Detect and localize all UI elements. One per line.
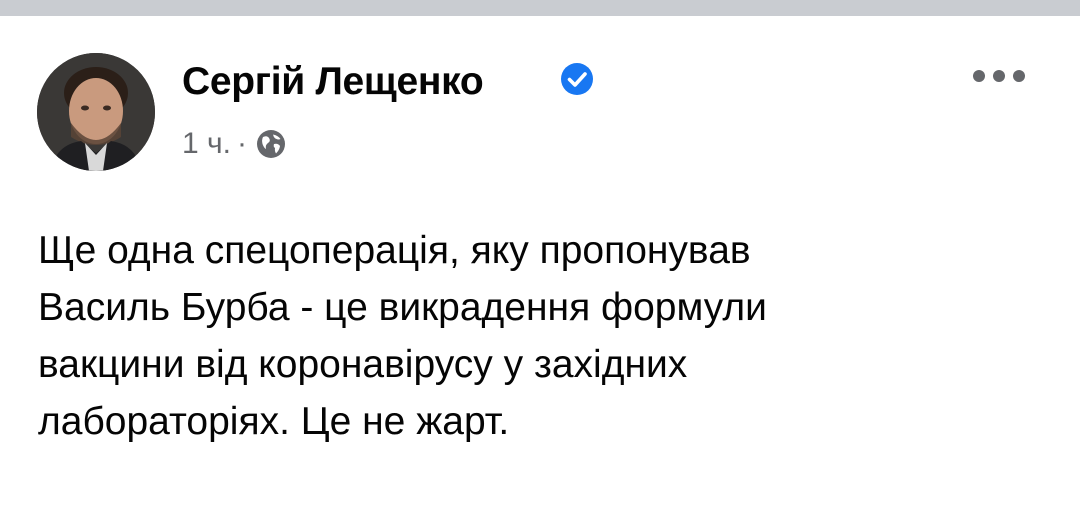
post-timestamp[interactable]: 1 ч. (182, 127, 231, 161)
avatar[interactable] (37, 53, 155, 171)
verified-badge-icon (561, 63, 593, 95)
meta-separator: · (236, 127, 247, 160)
more-options-button[interactable] (966, 56, 1032, 96)
post-meta: 1 ч. · (182, 126, 286, 162)
more-options-icon (973, 70, 1025, 82)
globe-icon[interactable] (256, 129, 286, 159)
post-text: Ще одна спецоперація, яку пропонував Вас… (38, 229, 767, 443)
avatar-photo (37, 53, 155, 171)
author-name[interactable]: Сергій Лещенко (182, 60, 484, 104)
top-divider (0, 0, 1080, 16)
